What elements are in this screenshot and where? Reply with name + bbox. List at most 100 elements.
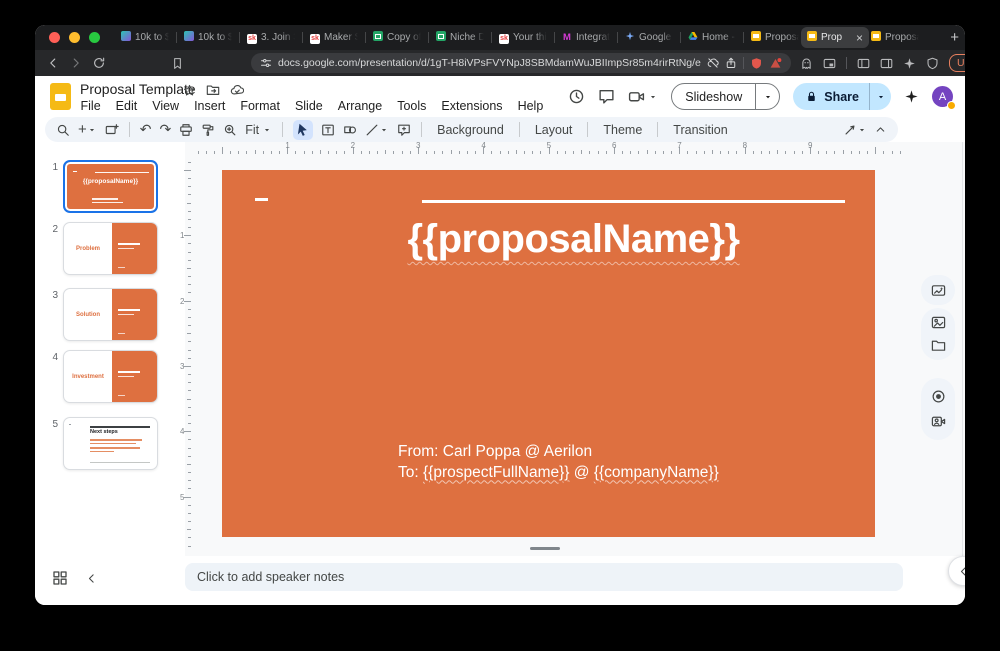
browser-tab[interactable]: Home - C [686, 27, 738, 48]
document-title[interactable]: Proposal Template [80, 81, 196, 97]
shapes-icon[interactable] [343, 123, 357, 137]
triangle-extension-icon[interactable] [769, 57, 782, 70]
folder-icon[interactable] [931, 338, 946, 353]
update-button[interactable]: Update [949, 54, 965, 72]
reload-icon[interactable] [92, 56, 106, 70]
photo-icon[interactable] [931, 315, 946, 330]
menu-arrange[interactable]: Arrange [330, 98, 389, 114]
image-sparkle-icon[interactable] [931, 283, 946, 298]
slide-fromto-text[interactable]: From: Carl Poppa @ Aerilon To: {{prospec… [398, 442, 719, 483]
add-comment-icon[interactable] [397, 123, 411, 137]
browser-tab[interactable]: Proposal [749, 27, 801, 48]
browser-actions: Update [800, 54, 965, 72]
shield-extension-icon[interactable] [750, 57, 763, 70]
zoom-icon[interactable] [223, 123, 237, 137]
privacy-shield-icon[interactable] [926, 57, 939, 70]
star-icon[interactable] [183, 84, 196, 97]
bookmark-icon[interactable] [171, 57, 184, 70]
tab-close-icon[interactable]: × [856, 32, 863, 44]
pen-tools[interactable] [843, 123, 867, 137]
offline-cloud-icon[interactable] [707, 57, 719, 69]
share-button[interactable]: Share [793, 83, 891, 110]
chevron-down-icon[interactable] [763, 92, 773, 102]
slideshow-button[interactable]: Slideshow [671, 83, 780, 110]
redo-icon[interactable]: ↷ [160, 121, 172, 138]
browser-tab[interactable]: sk3. Join 3 [245, 27, 297, 48]
slides-logo-icon[interactable] [50, 83, 71, 110]
slide-thumbnail[interactable]: {{proposalName}} [63, 160, 158, 213]
browser-tab[interactable]: 10k to $1 [182, 27, 234, 48]
new-tab-button[interactable]: + [950, 30, 959, 45]
browser-tab[interactable]: Google C [623, 27, 675, 48]
gemini-sparkle-icon[interactable] [904, 89, 919, 104]
paint-format-icon[interactable] [201, 123, 215, 137]
sidebar-toggle-icon[interactable] [857, 57, 870, 70]
record-icon[interactable] [931, 389, 946, 404]
background-button[interactable]: Background [432, 123, 509, 137]
picture-in-picture-icon[interactable] [823, 57, 836, 70]
comments-icon[interactable] [598, 88, 615, 105]
site-settings-icon[interactable] [260, 57, 272, 69]
notes-resize-handle[interactable] [530, 547, 560, 550]
slide-thumbnail[interactable]: Investment [63, 350, 158, 403]
select-tool-icon[interactable] [293, 120, 313, 140]
browser-tab[interactable]: Proposal [869, 27, 921, 48]
window-close-button[interactable] [49, 32, 60, 43]
divider [657, 122, 658, 137]
transition-button[interactable]: Transition [668, 123, 732, 137]
collapse-toolbar-icon[interactable] [874, 123, 887, 136]
browser-tab[interactable]: Copy of [371, 27, 423, 48]
menu-tools[interactable]: Tools [390, 98, 434, 114]
browser-tab[interactable]: 10k to $1 [119, 27, 171, 48]
theme-button[interactable]: Theme [598, 123, 647, 137]
menu-view[interactable]: View [145, 98, 187, 114]
browser-tab[interactable]: MIntegratio [560, 27, 612, 48]
window-zoom-button[interactable] [89, 32, 100, 43]
slide-thumbnail[interactable]: Problem [63, 222, 158, 275]
text-box-icon[interactable] [321, 123, 335, 137]
ghost-extension-icon[interactable] [800, 57, 813, 70]
browser-tab[interactable]: Niche Di [434, 27, 486, 48]
share-page-icon[interactable] [725, 57, 737, 69]
browser-tab[interactable]: skYour thin [497, 27, 549, 48]
collapse-filmstrip-icon[interactable] [85, 572, 98, 585]
new-slide-icon[interactable] [105, 123, 119, 137]
add-menu[interactable]: + [78, 121, 97, 138]
menu-format[interactable]: Format [233, 98, 288, 114]
layout-button[interactable]: Layout [530, 123, 578, 137]
line-tool[interactable] [365, 123, 389, 137]
grid-view-icon[interactable] [52, 570, 68, 586]
slide-dash-decoration [255, 198, 268, 201]
document-status-cloud-icon[interactable] [230, 83, 244, 97]
menu-slide[interactable]: Slide [287, 98, 330, 114]
avatar[interactable]: A [932, 86, 953, 107]
slide-editor[interactable]: {{proposalName}} From: Carl Poppa @ Aeri… [222, 170, 875, 537]
ai-sparkle-icon[interactable] [903, 57, 916, 70]
menu-extensions[interactable]: Extensions [434, 98, 510, 114]
video-icon[interactable] [931, 414, 946, 429]
undo-icon[interactable]: ↶ [140, 121, 152, 138]
search-icon[interactable] [56, 123, 70, 137]
menu-edit[interactable]: Edit [108, 98, 145, 114]
back-button-icon[interactable] [46, 56, 60, 70]
move-to-folder-icon[interactable] [206, 83, 220, 97]
meet-button[interactable] [628, 88, 658, 105]
version-history-icon[interactable] [568, 88, 585, 105]
speaker-notes-input[interactable]: Click to add speaker notes [185, 563, 903, 591]
menu-help[interactable]: Help [510, 98, 551, 114]
slide-thumbnail[interactable]: Solution [63, 288, 158, 341]
menu-file[interactable]: File [73, 98, 108, 114]
forward-button-icon[interactable] [69, 56, 83, 70]
slide-thumbnail[interactable]: Next steps [63, 417, 158, 470]
slide-title-text[interactable]: {{proposalName}} [342, 217, 805, 262]
address-bar[interactable]: docs.google.com/presentation/d/1gT-H8iVP… [251, 53, 791, 73]
chevron-down-icon [857, 125, 867, 135]
window-minimize-button[interactable] [69, 32, 80, 43]
menu-insert[interactable]: Insert [187, 98, 233, 114]
reading-panel-icon[interactable] [880, 57, 893, 70]
zoom-select[interactable]: Fit [245, 123, 272, 137]
browser-tab[interactable]: Prop× [801, 27, 869, 48]
chevron-down-icon[interactable] [876, 92, 886, 102]
browser-tab[interactable]: skMaker Sc [308, 27, 360, 48]
print-icon[interactable] [179, 123, 193, 137]
